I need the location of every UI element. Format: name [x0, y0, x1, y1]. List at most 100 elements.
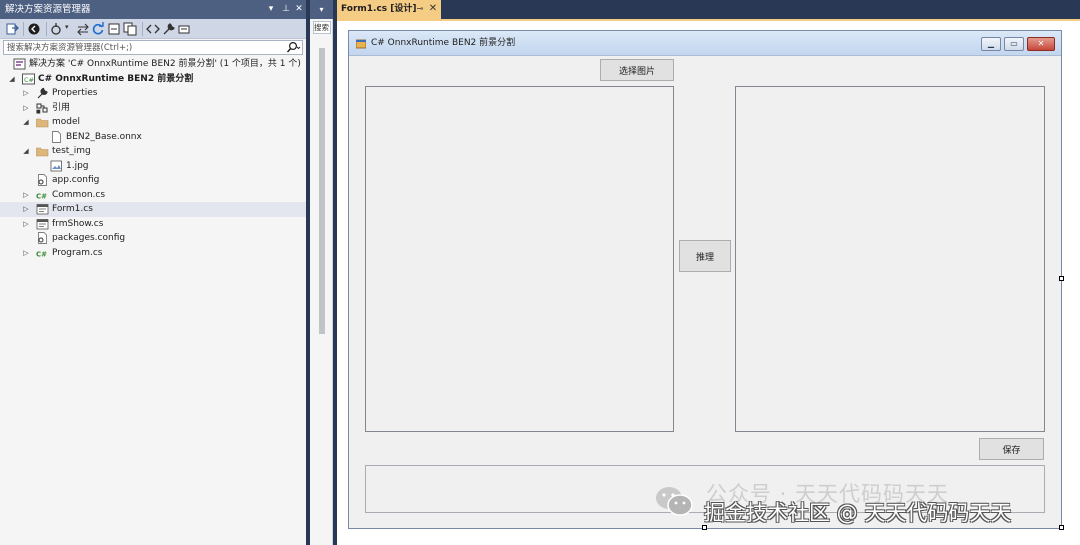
tree-item-label: 1.jpg: [66, 160, 89, 171]
form-file-icon: [36, 218, 49, 229]
toolbox-scrollbar[interactable]: [319, 48, 325, 334]
select-image-button[interactable]: 选择图片: [600, 59, 674, 81]
close-tab-icon[interactable]: ✕: [427, 3, 439, 15]
references-icon: ■: [36, 103, 48, 114]
tree-item[interactable]: ▷ Properties: [0, 86, 306, 101]
form-file-icon: [36, 204, 49, 215]
collapse-all-icon[interactable]: [107, 22, 121, 36]
form-close-icon[interactable]: ✕: [1027, 37, 1055, 51]
solution-explorer-title: 解决方案资源管理器: [5, 4, 91, 15]
wrench-icon: [37, 87, 48, 99]
svg-text:C#: C#: [36, 250, 47, 258]
properties-wrench-icon[interactable]: [162, 22, 176, 36]
csharp-project-icon: C#: [22, 73, 35, 84]
filter-dropdown-icon[interactable]: ▾: [65, 23, 69, 31]
back-icon[interactable]: [27, 22, 41, 36]
csharp-file-icon: C#: [36, 250, 47, 258]
tree-item-label: Program.cs: [52, 247, 103, 258]
input-picturebox: [365, 86, 674, 432]
toolbox-panel-strip: ▾ 搜索: [310, 0, 333, 545]
pending-changes-filter-icon[interactable]: [50, 22, 64, 36]
tree-item[interactable]: ◢ model: [0, 115, 306, 130]
sync-with-active-document-icon[interactable]: [5, 22, 19, 36]
pin-tab-icon[interactable]: ⊸: [415, 3, 425, 15]
config-file-icon: [38, 174, 47, 186]
solution-explorer-panel: 解决方案资源管理器 ▾ ⊥ ✕ ▾ 解决方案 'C# OnnxRuntime B…: [0, 0, 306, 545]
tree-item[interactable]: 1.jpg: [0, 159, 306, 174]
infer-button[interactable]: 推理: [679, 240, 731, 272]
form-title: C# OnnxRuntime BEN2 前景分割: [371, 38, 516, 48]
tree-item[interactable]: packages.config: [0, 231, 306, 246]
tree-item-label: Properties: [52, 88, 98, 98]
minimize-icon[interactable]: ▁: [981, 37, 1001, 51]
tree-item[interactable]: ▷ frmShow.cs: [0, 217, 306, 232]
collapsed-arrow-icon[interactable]: ▷: [22, 204, 30, 214]
maximize-icon[interactable]: ▭: [1004, 37, 1024, 51]
tree-item-label: test_img: [52, 146, 91, 156]
tree-item-label: 引用: [52, 102, 71, 113]
tree-item[interactable]: ▷ ■ 引用: [0, 101, 306, 116]
tree-item[interactable]: app.config: [0, 173, 306, 188]
auto-hide-pin-icon[interactable]: ⊥: [280, 3, 292, 15]
tree-item-label: model: [52, 117, 81, 127]
expanded-arrow-icon[interactable]: ◢: [22, 117, 30, 127]
svg-text:C#: C#: [36, 192, 47, 200]
expanded-arrow-icon[interactable]: ◢: [8, 74, 16, 84]
close-icon[interactable]: ✕: [293, 3, 305, 15]
swap-views-icon[interactable]: [76, 22, 90, 36]
tree-item[interactable]: ◢ test_img: [0, 144, 306, 159]
tree-item-label: Form1.cs: [52, 204, 93, 214]
save-button[interactable]: 保存: [979, 438, 1044, 460]
tree-item[interactable]: ▷ Form1.cs: [0, 202, 306, 217]
tree-item-label: 解决方案 'C# OnnxRuntime BEN2 前景分割' (1 个项目，共…: [29, 59, 301, 69]
solution-explorer-search-input[interactable]: [4, 41, 286, 54]
tree-item-label: packages.config: [52, 233, 126, 243]
form1-design-window[interactable]: C# OnnxRuntime BEN2 前景分割 ▁ ▭ ✕ 选择图片 推理 保…: [348, 30, 1062, 529]
collapsed-arrow-icon[interactable]: ▷: [22, 190, 30, 200]
collapsed-arrow-icon[interactable]: ▷: [22, 248, 30, 258]
tree-item-label: app.config: [52, 175, 100, 185]
tree-item[interactable]: 解决方案 'C# OnnxRuntime BEN2 前景分割' (1 个项目，共…: [0, 57, 306, 72]
folder-icon: [36, 118, 49, 128]
tab-form1-designer[interactable]: Form1.cs [设计] ⊸ ✕: [337, 0, 441, 19]
collapsed-arrow-icon[interactable]: ▷: [22, 88, 30, 98]
form-app-icon: [356, 39, 366, 49]
resize-grip-corner[interactable]: [1059, 525, 1064, 530]
preview-selected-items-icon[interactable]: [177, 22, 191, 36]
tree-item[interactable]: ▷ C# Common.cs: [0, 188, 306, 203]
tree-item-label: C# OnnxRuntime BEN2 前景分割: [38, 73, 194, 84]
tree-item[interactable]: BEN2_Base.onnx: [0, 130, 306, 145]
tree-item-label: Common.cs: [52, 189, 106, 200]
view-code-icon[interactable]: [146, 22, 160, 36]
tree-item[interactable]: ◢ C# C# OnnxRuntime BEN2 前景分割: [0, 72, 306, 87]
file-icon: [52, 130, 61, 143]
collapsed-arrow-icon[interactable]: ▷: [22, 103, 30, 113]
solution-icon: [13, 58, 26, 70]
collapsed-arrow-icon[interactable]: ▷: [22, 219, 30, 229]
refresh-icon[interactable]: [91, 22, 105, 36]
svg-text:C#: C#: [24, 76, 34, 84]
search-icon[interactable]: [285, 41, 301, 54]
expanded-arrow-icon[interactable]: ◢: [22, 146, 30, 156]
image-file-icon: [50, 160, 62, 171]
toolbox-dropdown-icon[interactable]: ▾: [310, 0, 333, 19]
resize-grip-right[interactable]: [1059, 276, 1064, 281]
solution-explorer-search-box[interactable]: [3, 40, 303, 55]
solution-explorer-toolbar: ▾: [0, 19, 306, 39]
toolbox-search-box[interactable]: 搜索: [313, 21, 331, 34]
tab-label: Form1.cs [设计]: [341, 4, 417, 14]
tree-item-label: BEN2_Base.onnx: [66, 131, 142, 142]
window-position-dropdown-icon[interactable]: ▾: [265, 3, 277, 15]
folder-icon: [36, 147, 49, 157]
config-file-icon: [38, 232, 47, 244]
tree-item-label: frmShow.cs: [52, 218, 104, 229]
tree-item[interactable]: ▷ C# Program.cs: [0, 246, 306, 261]
solution-explorer-titlebar: 解决方案资源管理器 ▾ ⊥ ✕: [0, 0, 306, 19]
csharp-file-icon: C#: [36, 192, 47, 200]
form-titlebar: C# OnnxRuntime BEN2 前景分割 ▁ ▭ ✕: [349, 31, 1061, 56]
svg-text:■: ■: [36, 109, 41, 114]
show-all-files-icon[interactable]: [123, 22, 137, 36]
result-picturebox: [735, 86, 1045, 432]
wechat-logo-icon: [656, 487, 693, 516]
watermark-juejin-author: 掘金技术社区 @ 天天代码码天天: [704, 501, 1012, 525]
